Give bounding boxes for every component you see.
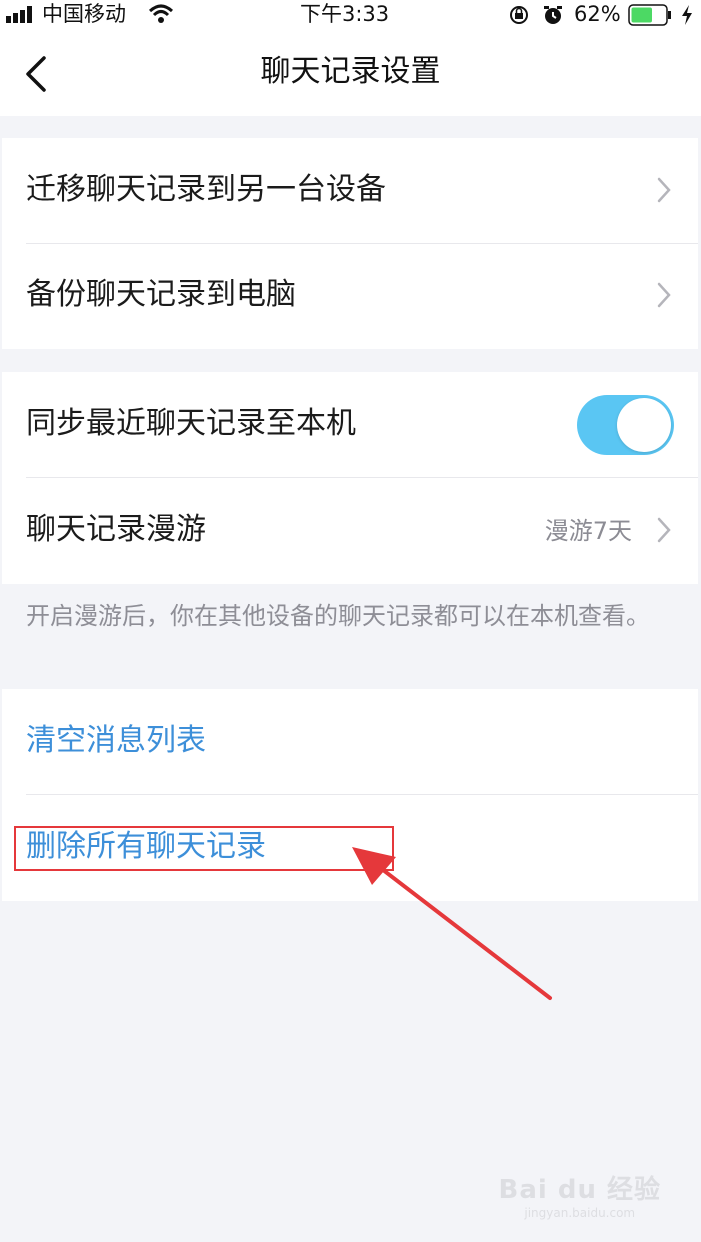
battery-percent: 62% (574, 2, 621, 26)
orientation-lock-icon (510, 6, 528, 24)
backup-label: 备份聊天记录到电脑 (26, 277, 296, 312)
charging-icon (682, 5, 692, 25)
migrate-label: 迁移聊天记录到另一台设备 (26, 172, 386, 207)
watermark-logo: Bai du 经验 (498, 1175, 661, 1205)
roaming-value: 漫游7天 (544, 517, 632, 545)
section-sync: 同步最近聊天记录至本机 聊天记录漫游 漫游7天 (2, 372, 698, 584)
battery-icon (628, 4, 671, 26)
row-roaming[interactable]: 聊天记录漫游 漫游7天 (2, 478, 698, 584)
chevron-right-icon (657, 282, 671, 308)
time-label: 下午3:33 (300, 2, 390, 26)
annotation-arrow-icon (352, 847, 552, 1000)
row-sync: 同步最近聊天记录至本机 (2, 372, 698, 478)
roaming-hint: 开启漫游后，你在其他设备的聊天记录都可以在本机查看。 (26, 602, 650, 630)
row-clear-list[interactable]: 清空消息列表 (2, 689, 698, 795)
signal-icon (6, 6, 32, 23)
chevron-right-icon (657, 177, 671, 203)
nav-bar: 聊天记录设置 (0, 30, 701, 116)
section-transfer: 迁移聊天记录到另一台设备 备份聊天记录到电脑 (2, 138, 698, 349)
row-migrate[interactable]: 迁移聊天记录到另一台设备 (2, 138, 698, 244)
watermark-url: jingyan.baidu.com (524, 1206, 636, 1220)
sync-toggle[interactable] (577, 395, 674, 455)
status-bar: 中国移动 下午3:33 62% (0, 0, 701, 30)
chevron-right-icon (657, 517, 671, 543)
row-backup[interactable]: 备份聊天记录到电脑 (2, 243, 698, 349)
watermark: Bai du 经验 jingyan.baidu.com (499, 1169, 662, 1220)
sync-label: 同步最近聊天记录至本机 (26, 406, 356, 441)
alarm-icon (544, 6, 562, 24)
carrier-label: 中国移动 (42, 2, 126, 26)
wifi-icon (148, 4, 174, 23)
clear-list-button[interactable]: 清空消息列表 (26, 719, 206, 763)
toggle-knob (617, 398, 671, 452)
roaming-label: 聊天记录漫游 (26, 512, 206, 547)
page-title: 聊天记录设置 (260, 54, 441, 89)
annotation-highlight-box (14, 826, 394, 871)
